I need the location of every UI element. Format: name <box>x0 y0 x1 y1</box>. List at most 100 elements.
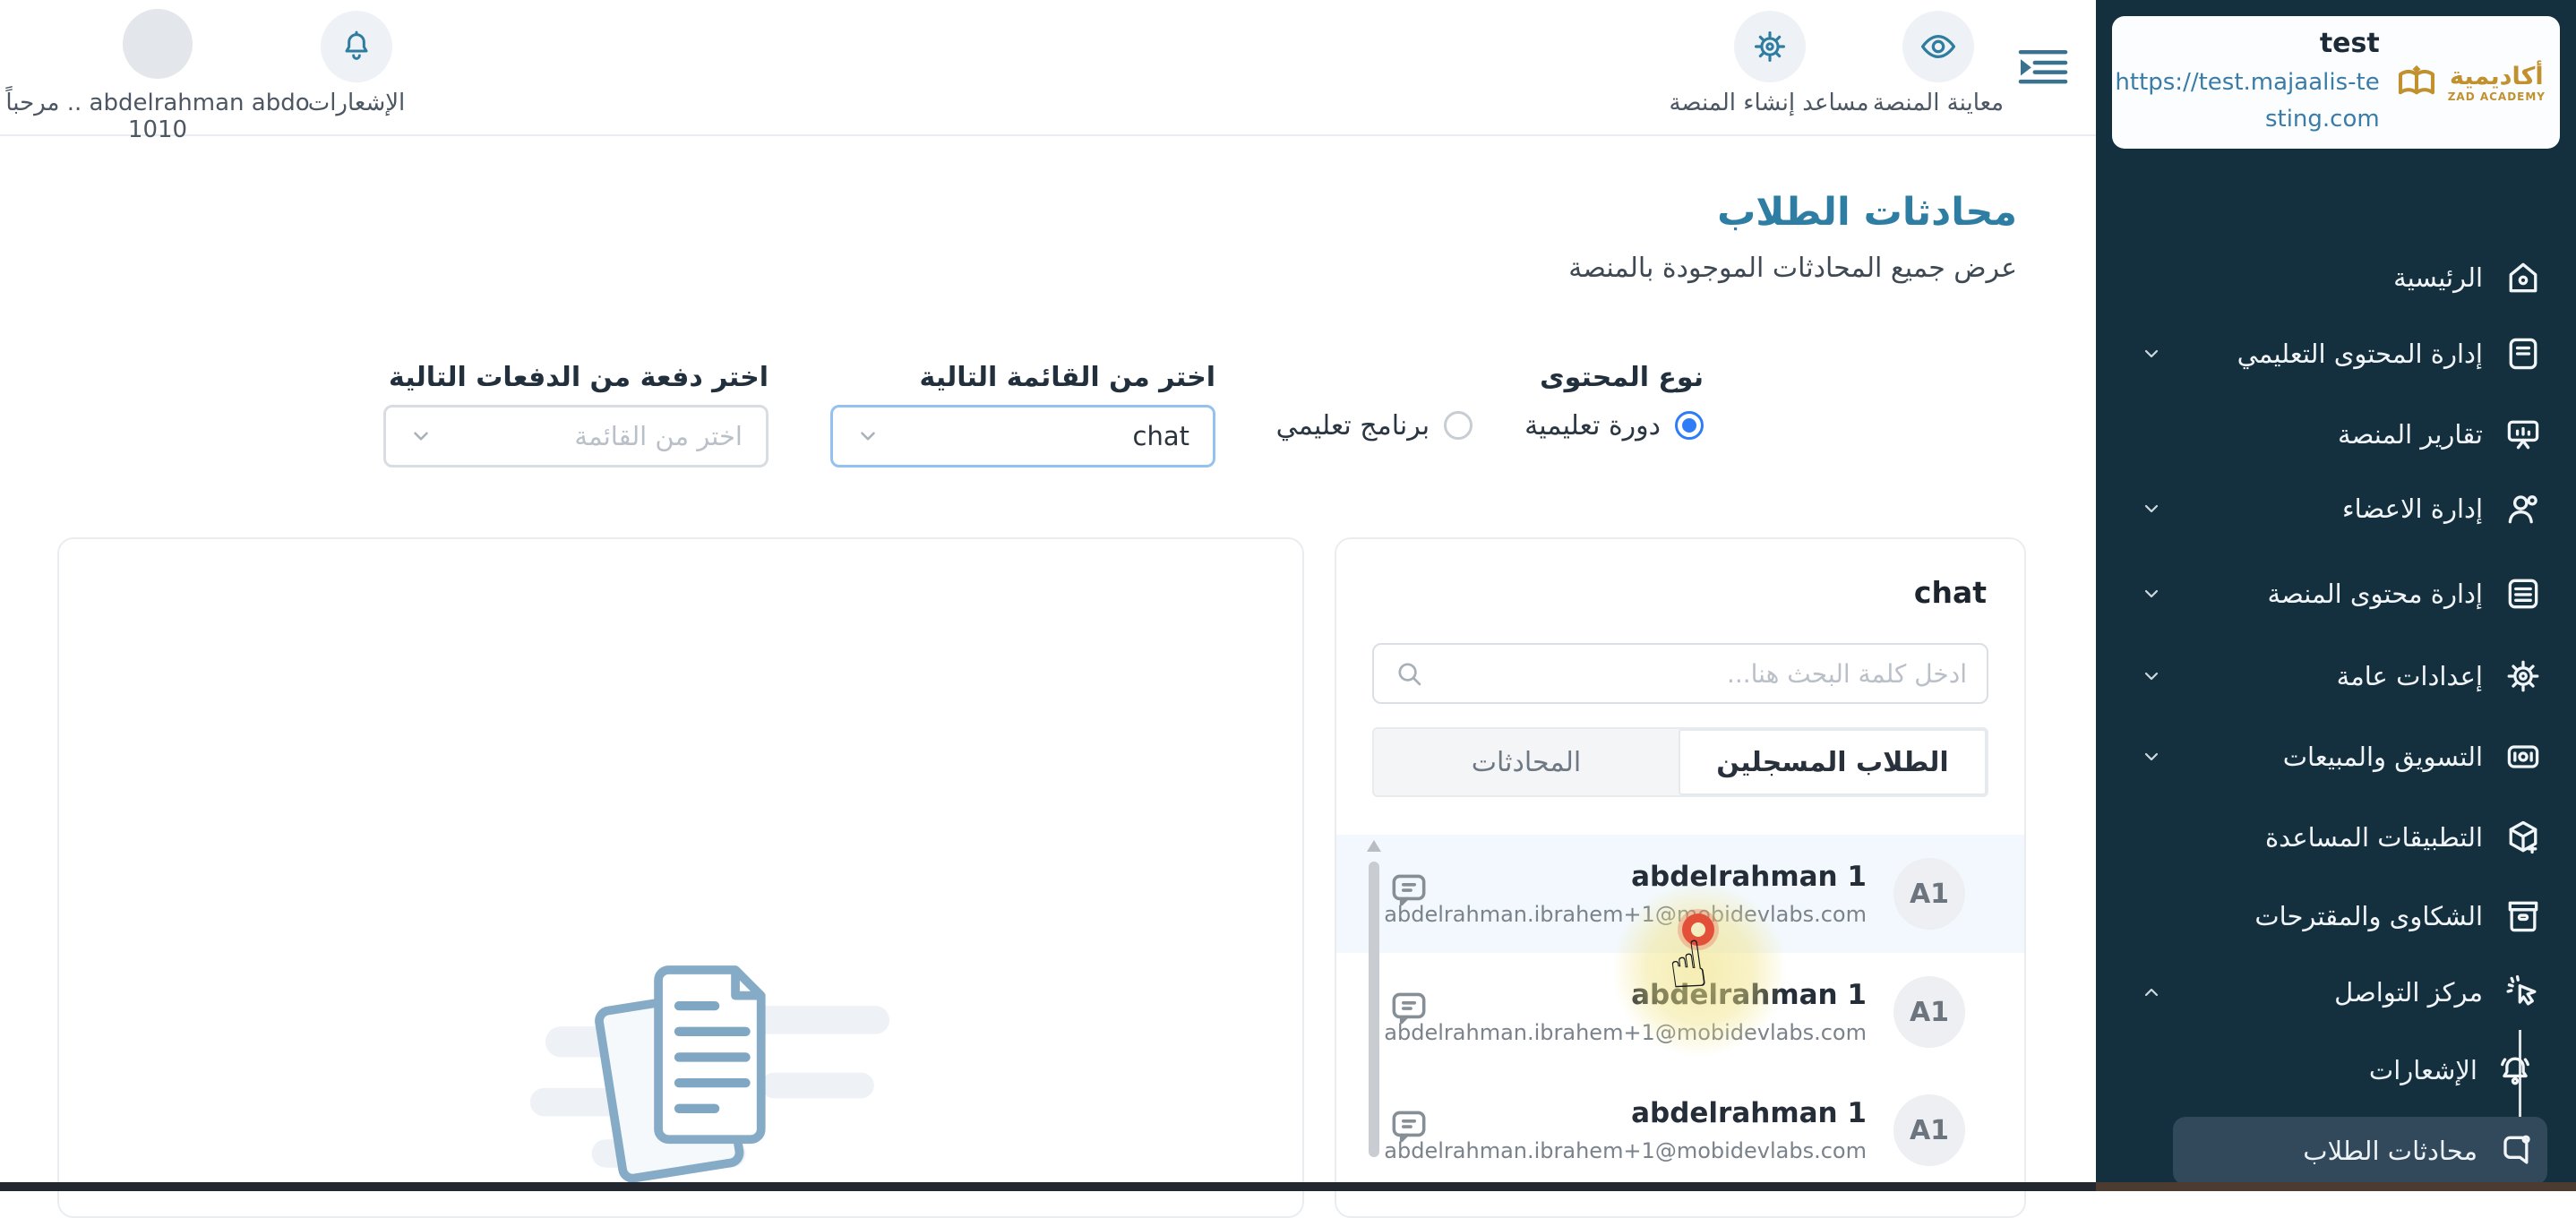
content-type-radio-group: دورة تعليمية برنامج تعليمي <box>1254 403 1704 448</box>
sidebar-item-label: الرئيسية <box>2393 262 2483 293</box>
gear-icon <box>2503 656 2544 697</box>
tab-registered-students[interactable]: الطلاب المسجلين <box>1679 729 1987 795</box>
sidebar: أكاديمية ZAD ACADEMY test https://test.m… <box>2096 0 2576 1191</box>
sidebar-item-label: إدارة المحتوى التعليمي <box>2237 339 2483 369</box>
scrollbar-thumb[interactable] <box>1369 862 1379 1157</box>
student-list: A1 abdelrahman 1 abdelrahman.ibrahem+1@m… <box>1336 835 2024 1189</box>
bell-icon <box>339 29 374 64</box>
sidebar-item-label: التطبيقات المساعدة <box>2264 822 2483 853</box>
topbar: مرحباً .. abdelrahman abdo 1010 الإشعارا… <box>0 0 2096 143</box>
chevron-down-icon <box>2141 583 2162 605</box>
document-lines-icon <box>2503 573 2544 614</box>
chevron-up-icon <box>2141 982 2162 1003</box>
chat-bubble-icon <box>1387 1103 1431 1148</box>
sidebar-item-helper-apps[interactable]: التطبيقات المساعدة <box>2132 802 2544 873</box>
chevron-down-icon <box>2141 498 2162 519</box>
empty-state-documents-illustration <box>525 942 910 1216</box>
sidebar-item-general-settings[interactable]: إعدادات عامة <box>2132 640 2544 712</box>
content-type-label: نوع المحتوى <box>1540 362 1704 393</box>
academy-logo: أكاديمية ZAD ACADEMY <box>2392 58 2546 107</box>
sidebar-item-label: التسويق والمبيعات <box>2282 742 2483 772</box>
notifications-label: الإشعارات <box>307 90 406 116</box>
avatar: A1 <box>1893 858 1965 930</box>
radio-unselected-icon[interactable] <box>1444 411 1473 440</box>
sidebar-item-educational-content[interactable]: إدارة المحتوى التعليمي <box>2132 318 2544 390</box>
chat-bubble-icon <box>2495 1131 2535 1171</box>
radio-selected-icon[interactable] <box>1675 411 1704 440</box>
student-email: abdelrahman.ibrahem+1@mobidevlabs.com <box>1384 902 1867 927</box>
tab-conversations[interactable]: المحادثات <box>1374 729 1679 795</box>
student-email: abdelrahman.ibrahem+1@mobidevlabs.com <box>1384 1138 1867 1163</box>
sidebar-item-label: إدارة الاعضاء <box>2342 493 2483 524</box>
logo-arabic-text: أكاديمية <box>2450 62 2544 90</box>
search-input[interactable] <box>1437 658 1967 689</box>
box-plus-icon <box>2503 817 2544 858</box>
student-email: abdelrahman.ibrahem+1@mobidevlabs.com <box>1384 1020 1867 1045</box>
scrollbar-up-arrow[interactable] <box>1367 840 1381 852</box>
sidebar-item-label: الشكاوى والمقترحات <box>2254 901 2483 931</box>
chevron-down-icon <box>856 425 880 448</box>
list-select-label: اختر من القائمة التالية <box>919 362 1215 393</box>
student-name: abdelrahman 1 <box>1631 979 1867 1011</box>
sidebar-subitem-notifications[interactable]: الإشعارات <box>2173 1036 2547 1104</box>
user-icon <box>2503 488 2544 529</box>
cursor-click-icon <box>2503 972 2544 1013</box>
notifications-button[interactable] <box>321 11 392 82</box>
chevron-down-icon <box>2141 665 2162 687</box>
sidebar-item-label: مركز التواصل <box>2334 977 2483 1008</box>
student-name: abdelrahman 1 <box>1631 1097 1867 1129</box>
sidebar-item-complaints[interactable]: الشكاوى والمقترحات <box>2132 880 2544 952</box>
logo-latin-text: ZAD ACADEMY <box>2447 90 2546 103</box>
site-name: test <box>2319 28 2380 60</box>
book-content-icon <box>2503 333 2544 374</box>
chat-panel-title: chat <box>1913 575 1987 610</box>
sidebar-item-marketing-sales[interactable]: التسويق والمبيعات <box>2132 721 2544 793</box>
radio-program[interactable]: برنامج تعليمي <box>1276 410 1473 442</box>
avatar[interactable] <box>123 9 193 79</box>
conversation-empty-panel <box>57 537 1304 1218</box>
site-url[interactable]: https://test.majaalis-testing.com <box>2111 64 2379 137</box>
sidebar-item-label: إدارة محتوى المنصة <box>2267 579 2483 609</box>
sidebar-item-platform-content[interactable]: إدارة محتوى المنصة <box>2132 558 2544 630</box>
sidebar-subitem-label: الإشعارات <box>2368 1055 2477 1085</box>
home-icon <box>2503 257 2544 298</box>
radio-program-label: برنامج تعليمي <box>1275 409 1430 442</box>
chevron-down-icon <box>409 425 433 448</box>
batch-select-placeholder: اختر من القائمة <box>574 421 743 451</box>
sidebar-item-members[interactable]: إدارة الاعضاء <box>2132 473 2544 545</box>
collapse-sidebar-icon[interactable] <box>2017 47 2069 86</box>
presentation-chart-icon <box>2503 414 2544 455</box>
sidebar-subitem-label: محادثات الطلاب <box>2303 1136 2477 1166</box>
student-list-item[interactable]: A1 abdelrahman 1 abdelrahman.ibrahem+1@m… <box>1336 1071 2024 1189</box>
platform-assistant-button[interactable] <box>1734 11 1806 82</box>
sidebar-item-home[interactable]: الرئيسية <box>2132 242 2544 313</box>
avatar: A1 <box>1893 1094 1965 1166</box>
gear-icon <box>1751 28 1789 65</box>
search-icon <box>1394 658 1424 689</box>
batch-select[interactable]: اختر من القائمة <box>383 405 769 467</box>
bell-ring-icon <box>2495 1051 2535 1090</box>
student-name: abdelrahman 1 <box>1631 861 1867 893</box>
list-select[interactable]: chat <box>830 405 1215 467</box>
preview-platform-label: معاينة المنصة <box>1872 90 2005 116</box>
book-emblem-icon <box>2392 58 2441 107</box>
radio-course-label: دورة تعليمية <box>1524 409 1661 442</box>
sidebar-item-label: تقارير المنصة <box>2338 419 2483 450</box>
site-card[interactable]: أكاديمية ZAD ACADEMY test https://test.m… <box>2112 16 2560 149</box>
sidebar-item-platform-reports[interactable]: تقارير المنصة <box>2132 399 2544 470</box>
sidebar-item-label: إعدادات عامة <box>2336 661 2483 691</box>
eye-icon <box>1919 27 1958 66</box>
chevron-down-icon <box>2141 343 2162 365</box>
chat-bubble-icon <box>1387 985 1431 1030</box>
search-box[interactable] <box>1372 643 1988 704</box>
sidebar-item-communication-center[interactable]: مركز التواصل <box>2132 956 2544 1028</box>
list-select-value: chat <box>1132 421 1189 451</box>
sidebar-subitem-student-chats[interactable]: محادثات الطلاب <box>2173 1117 2547 1185</box>
page-title: محادثات الطلاب <box>1717 190 2017 235</box>
radio-course[interactable]: دورة تعليمية <box>1524 410 1704 442</box>
chat-tabs: الطلاب المسجلين المحادثات <box>1372 727 1988 797</box>
preview-platform-button[interactable] <box>1902 11 1974 82</box>
archive-box-icon <box>2503 896 2544 937</box>
bottom-screen-edge-right <box>2096 1182 2576 1191</box>
marketing-icon <box>2503 736 2544 777</box>
